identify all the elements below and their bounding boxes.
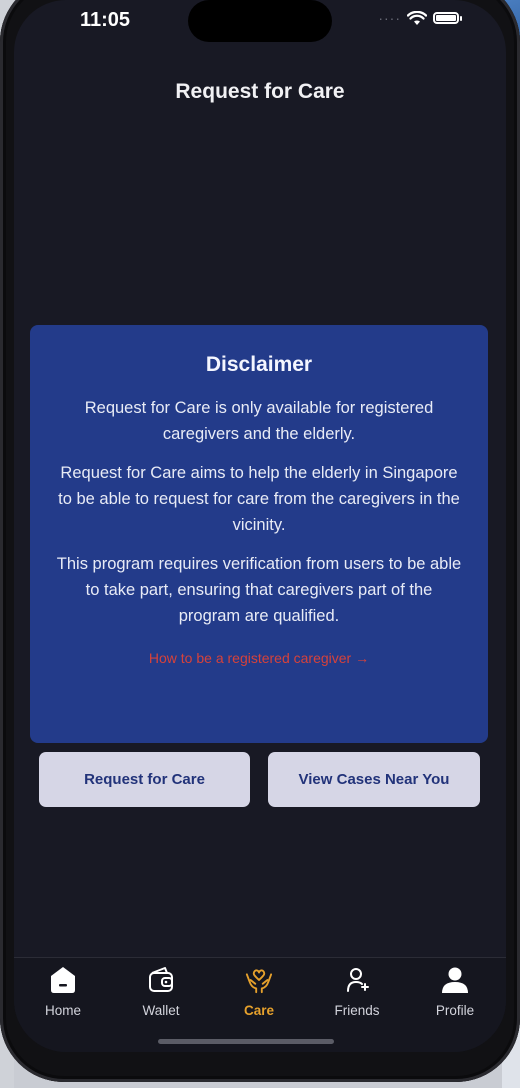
tab-profile-label: Profile — [435, 1003, 475, 1018]
profile-icon — [441, 966, 469, 994]
battery-icon — [433, 12, 459, 24]
view-cases-button[interactable]: View Cases Near You — [268, 752, 480, 807]
disclaimer-paragraph: Request for Care is only available for r… — [84, 399, 434, 443]
care-hands-heart-icon — [245, 966, 273, 994]
disclaimer-title: Disclaimer — [205, 353, 313, 376]
tab-home[interactable]: Home — [14, 958, 112, 1028]
tab-profile[interactable]: Profile — [406, 958, 504, 1028]
disclaimer-paragraph: This program requires verification from … — [56, 555, 462, 625]
add-friend-icon — [343, 966, 371, 994]
status-time: 11:05 — [80, 9, 131, 31]
dynamic-island — [188, 0, 332, 42]
wifi-icon — [407, 10, 427, 25]
home-indicator[interactable] — [158, 1039, 334, 1044]
tab-friends-label: Friends — [334, 1003, 380, 1018]
page-title: Request for Care — [175, 80, 345, 103]
disclaimer-paragraph: Request for Care aims to help the elderl… — [58, 464, 460, 534]
registered-caregiver-link[interactable]: How to be a registered caregiver → — [149, 650, 369, 666]
tab-wallet[interactable]: Wallet — [112, 958, 210, 1028]
tab-home-label: Home — [44, 1003, 81, 1018]
request-for-care-button[interactable]: Request for Care — [39, 752, 250, 807]
home-icon — [49, 966, 77, 994]
status-icons: ···· — [378, 10, 462, 26]
phone-frame: 11:05 ···· Request for Care Disclaimer R… — [0, 0, 520, 1082]
wallet-icon — [147, 966, 175, 994]
disclaimer-card: Disclaimer Request for Care is only avai… — [30, 325, 488, 743]
tab-care[interactable]: Care — [210, 958, 308, 1028]
phone-screen: 11:05 ···· Request for Care Disclaimer R… — [14, 0, 506, 1052]
tab-wallet-label: Wallet — [142, 1003, 180, 1018]
cellular-signal-icon: ···· — [378, 10, 401, 26]
tab-friends[interactable]: Friends — [308, 958, 406, 1028]
tab-care-label: Care — [243, 1003, 275, 1018]
battery-tip — [460, 15, 462, 21]
tab-bar: Home Wallet Care Friends Profile — [14, 957, 506, 1052]
